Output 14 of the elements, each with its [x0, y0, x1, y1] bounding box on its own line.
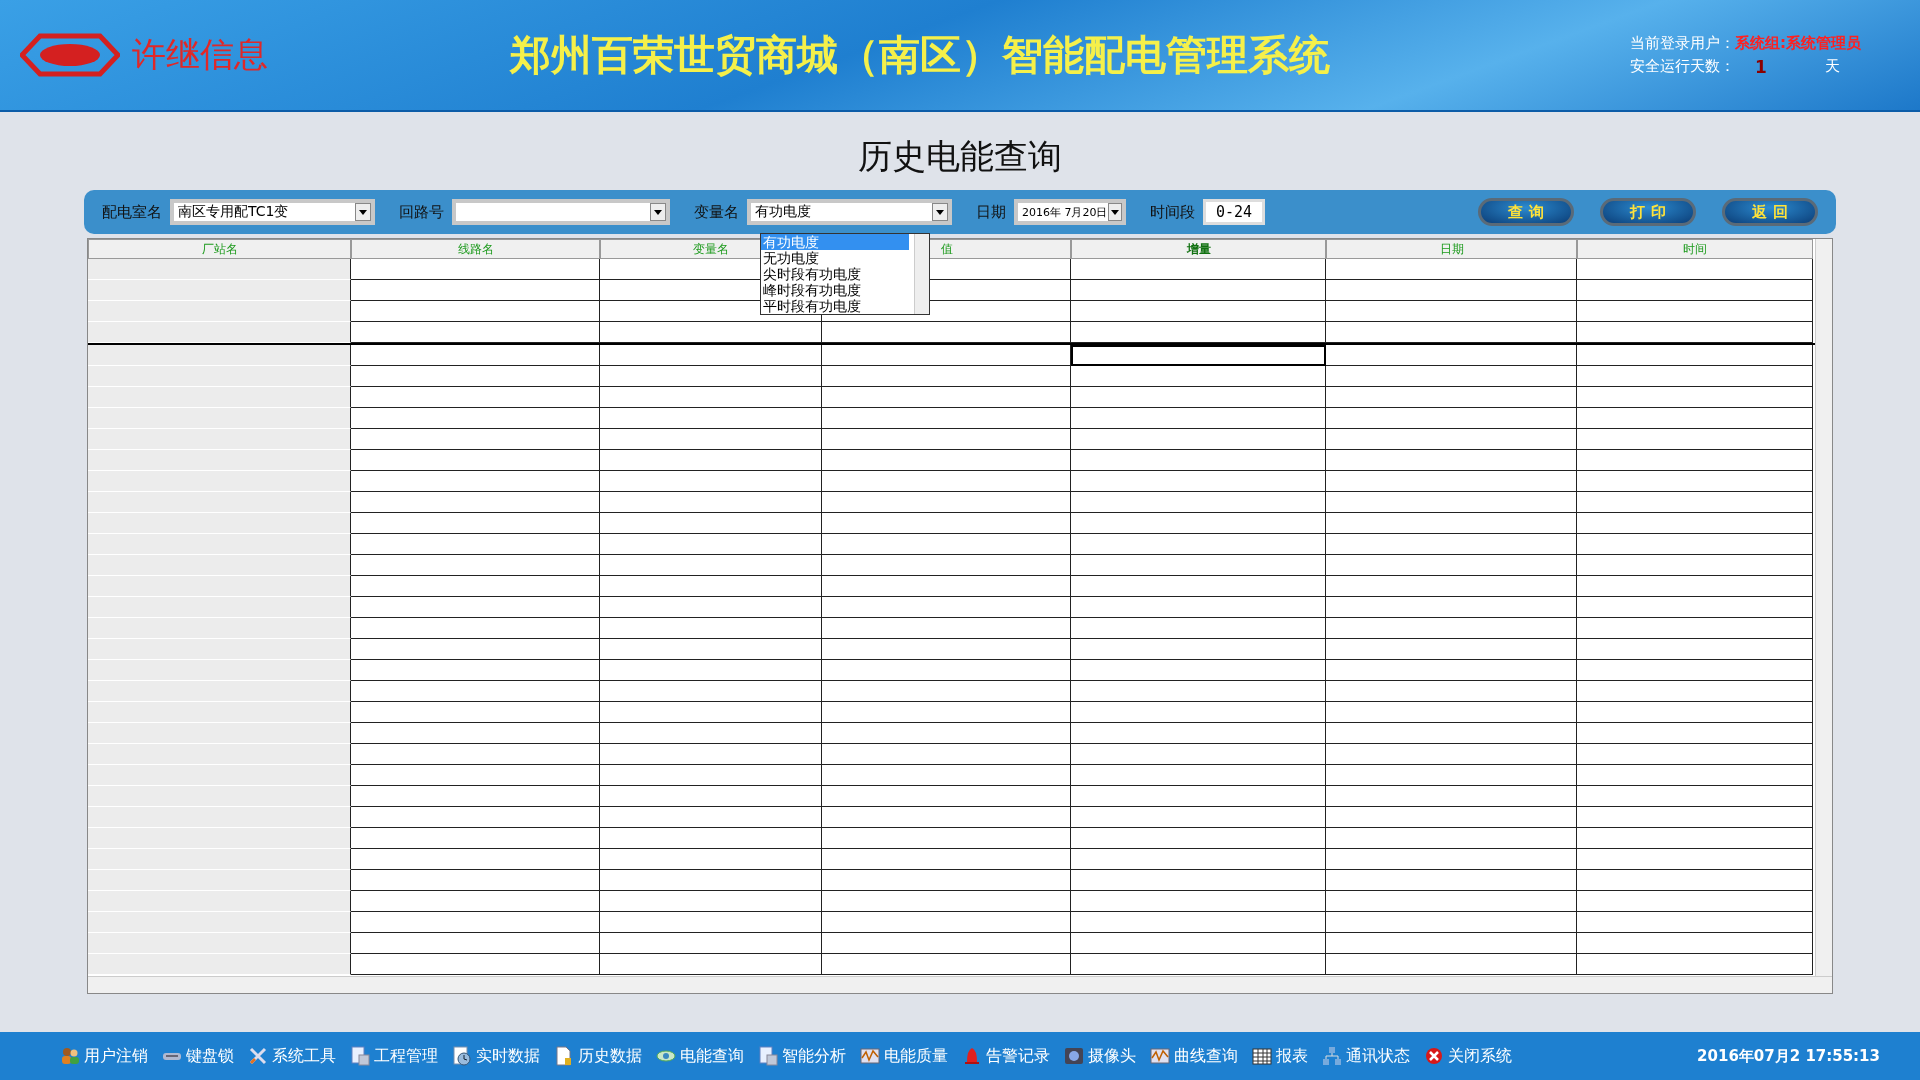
- filter-label: 日期: [976, 202, 1006, 222]
- filter-label: 时间段: [1150, 202, 1195, 222]
- days-unit: 天: [1825, 56, 1840, 77]
- filter-label: 变量名: [694, 202, 739, 222]
- days-label: 安全运行天数：: [1630, 56, 1735, 77]
- system-title: 郑州百荣世贸商城（南区）智能配电管理系统: [510, 29, 1331, 81]
- filter-label: 回路号: [399, 202, 444, 222]
- user-value: 系统组:系统管理员: [1735, 33, 1861, 53]
- logo-text: 许继信息: [132, 33, 268, 76]
- filter-label: 配电室名: [102, 202, 162, 222]
- clock-text: 2016年07月2 17:55:13: [1697, 1046, 1880, 1066]
- page-title: 历史电能查询: [858, 135, 1062, 178]
- user-label: 当前登录用户：: [1630, 33, 1735, 53]
- days-value: 1: [1754, 56, 1768, 77]
